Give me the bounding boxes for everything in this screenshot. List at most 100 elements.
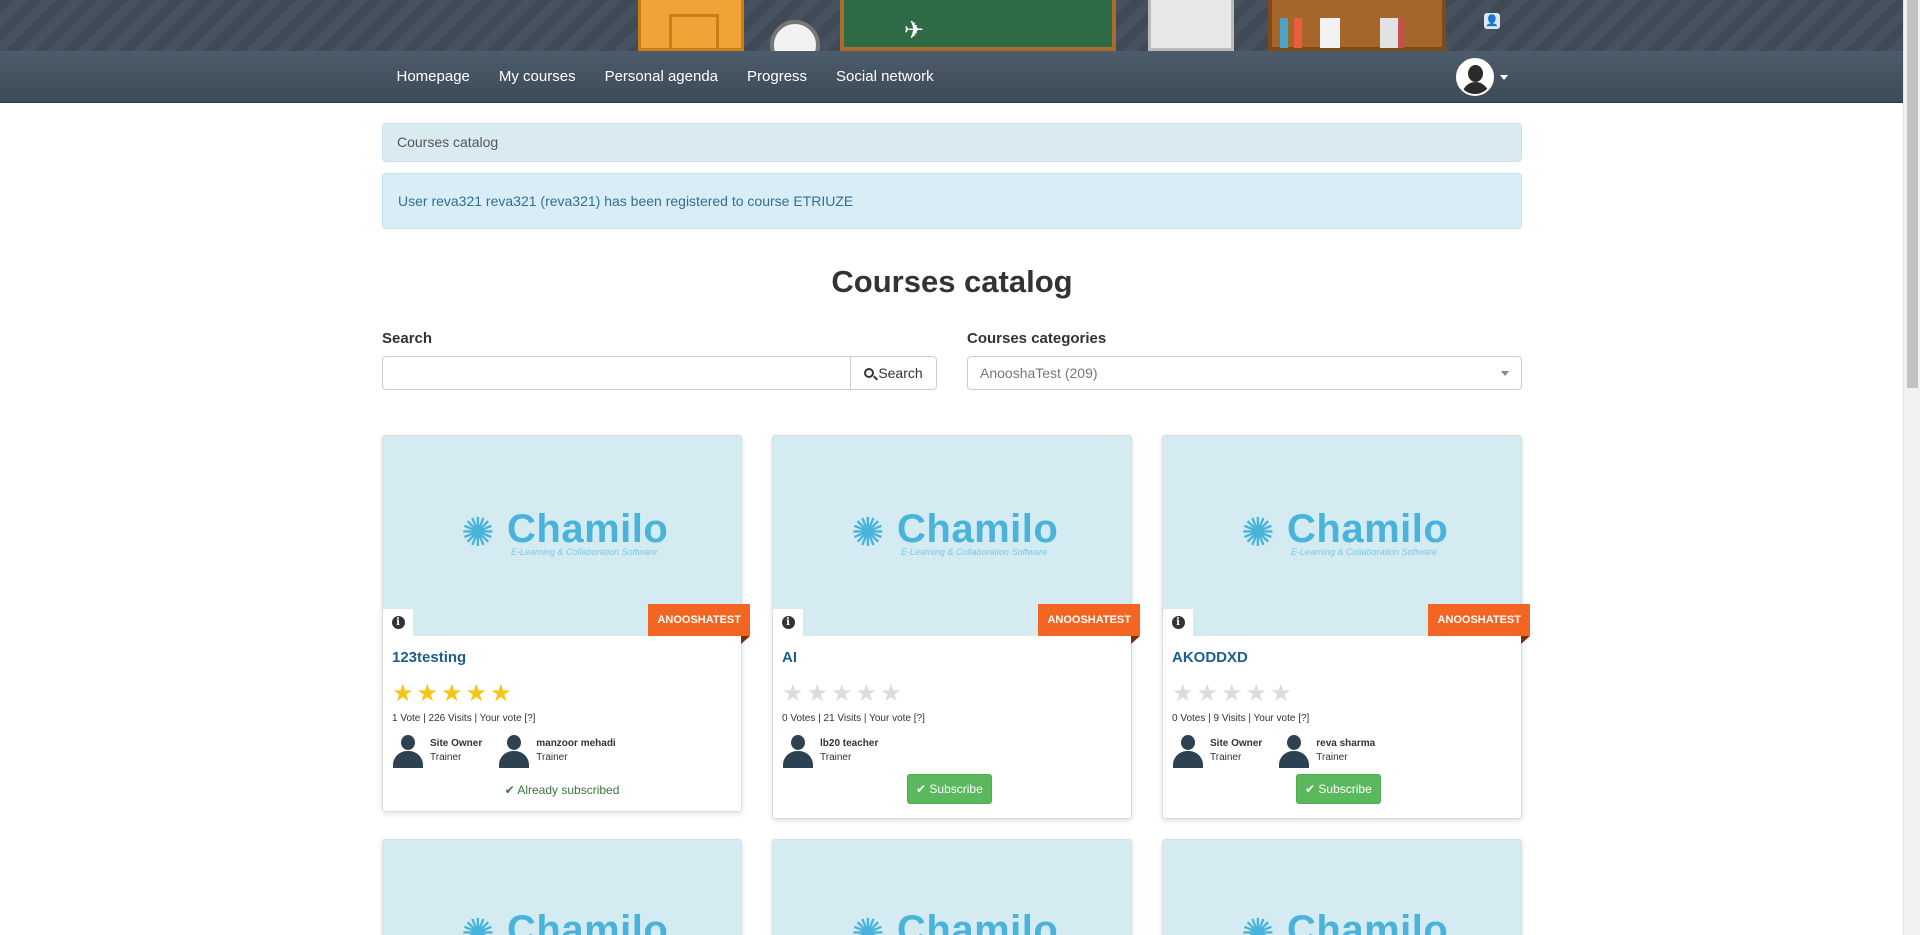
nav-item-progress[interactable]: Progress [733,51,822,103]
category-ribbon: ANOOSHATEST [648,604,750,644]
course-card: ✺ Chamilo E-Learning & Collaboration Sof… [382,435,750,812]
course-image[interactable]: ✺ Chamilo E-Learning & Collaboration Sof… [773,436,1140,644]
teacher-list: Site Owner Trainer reva sharma Trainer [1172,734,1375,768]
teacher-avatar-icon [1278,734,1310,768]
teacher-name: Site Owner [430,738,483,749]
clock-illustration [770,20,820,51]
rating-stars: ★ ★ ★ ★ ★ [782,682,902,706]
subscribe-button[interactable]: ✔ Subscribe [1296,774,1381,804]
course-image[interactable]: ✺ Chamilo [383,840,741,935]
star-icon[interactable]: ★ [1221,682,1243,706]
star-icon[interactable]: ★ [831,682,853,706]
course-image[interactable]: ✺ Chamilo E-Learning & Collaboration Sof… [1163,436,1530,644]
check-icon: ✔ [1305,782,1316,796]
course-card: ✺ Chamilo E-Learning & Collaboration Sof… [772,435,1140,819]
door-illustration [638,0,744,51]
search-icon [864,368,875,378]
avatar [1456,58,1494,96]
course-title[interactable]: AKODDXD [1172,649,1248,666]
paper-plane-icon: ✈ [904,17,925,44]
category-ribbon: ANOOSHATEST [1428,604,1530,644]
subscribe-button[interactable]: ✔ Subscribe [907,774,992,804]
course-card: ✺ Chamilo [772,839,1132,935]
categories-selected-value: AnooshaTest (209) [980,365,1098,381]
screen-illustration [1148,0,1234,51]
teacher-avatar-icon [498,734,530,768]
bookshelf-illustration [1268,0,1446,51]
course-image[interactable]: ✺ Chamilo E-Learning & Collaboration Sof… [383,436,750,644]
teacher-role: Trainer [430,752,462,763]
breadcrumb-item[interactable]: Courses catalog [397,134,498,150]
teacher-item: Site Owner Trainer [392,734,482,768]
page-scrollbar[interactable] [1903,0,1920,935]
category-ribbon: ANOOSHATEST [1038,604,1140,644]
star-icon[interactable]: ★ [466,682,488,706]
teacher-item: manzoor mehadi Trainer [498,734,616,768]
chamilo-spiral-icon: ✺ [851,511,885,555]
breadcrumb: Courses catalog [382,123,1522,162]
chamilo-spiral-icon: ✺ [461,912,495,935]
teacher-name: manzoor mehadi [536,738,616,749]
nav-item-personal-agenda[interactable]: Personal agenda [590,51,732,103]
alert-message: User reva321 reva321 (reva321) has been … [398,193,854,209]
search-input[interactable] [382,356,851,390]
teacher-role: Trainer [1210,752,1242,763]
star-icon[interactable]: ★ [880,682,902,706]
chamilo-spiral-icon: ✺ [1241,912,1275,935]
nav-item-homepage[interactable]: Homepage [382,51,484,103]
categories-select[interactable]: AnooshaTest (209) [967,356,1522,390]
teacher-item: lb20 teacher Trainer [782,734,878,768]
chevron-down-icon [1500,74,1508,80]
chevron-down-icon [1501,371,1509,376]
teacher-avatar-icon [782,734,814,768]
info-icon: i [1171,616,1185,629]
star-icon[interactable]: ★ [490,682,512,706]
chamilo-logo: ✺ Chamilo E-Learning & Collaboration Sof… [1241,507,1449,557]
course-info-button[interactable]: i [773,609,803,636]
chamilo-spiral-icon: ✺ [851,912,885,935]
info-alert: User reva321 reva321 (reva321) has been … [382,173,1522,229]
info-icon: i [391,616,405,629]
star-icon[interactable]: ★ [856,682,878,706]
course-card: ✺ Chamilo E-Learning & Collaboration Sof… [1162,435,1530,819]
star-icon[interactable]: ★ [1172,682,1194,706]
course-title[interactable]: 123testing [392,649,466,666]
course-stats: 1 Vote | 226 Visits | Your vote [?] [392,713,536,724]
teacher-avatar-icon [392,734,424,768]
course-image[interactable]: ✺ Chamilo [1163,840,1521,935]
user-status-icon[interactable]: 👤 [1484,13,1500,29]
course-info-button[interactable]: i [1163,609,1193,636]
teacher-avatar-icon [1172,734,1204,768]
chamilo-logo: ✺ Chamilo E-Learning & Collaboration Sof… [461,507,669,557]
nav-item-my-courses[interactable]: My courses [484,51,590,103]
nav-item-social-network[interactable]: Social network [822,51,949,103]
star-icon[interactable]: ★ [782,682,804,706]
course-title[interactable]: AI [782,649,797,666]
categories-label: Courses categories [967,330,1107,347]
chamilo-spiral-icon: ✺ [1241,511,1275,555]
course-stats: 0 Votes | 9 Visits | Your vote [?] [1172,713,1310,724]
search-button[interactable]: Search [851,356,937,390]
scrollbar-thumb[interactable] [1907,0,1918,388]
star-icon[interactable]: ★ [417,682,439,706]
search-label: Search [382,330,433,347]
course-card: ✺ Chamilo [382,839,742,935]
chalkboard-illustration: ✈ [840,0,1116,51]
course-image[interactable]: ✺ Chamilo [773,840,1131,935]
search-form: Search [382,356,937,390]
course-info-button[interactable]: i [383,609,413,636]
star-icon[interactable]: ★ [807,682,829,706]
check-icon: ✔ [916,782,927,796]
star-icon[interactable]: ★ [441,682,463,706]
header-banner: ✈ 👤 [0,0,1903,51]
page-title: Courses catalog [831,264,1073,299]
teacher-role: Trainer [820,752,852,763]
chamilo-logo: ✺ Chamilo [851,910,1058,935]
star-icon[interactable]: ★ [392,682,414,706]
star-icon[interactable]: ★ [1197,682,1219,706]
course-stats: 0 Votes | 21 Visits | Your vote [?] [782,713,925,724]
star-icon[interactable]: ★ [1246,682,1268,706]
star-icon[interactable]: ★ [1270,682,1292,706]
user-menu-toggle[interactable] [1456,58,1508,96]
subscription-status: ✔ Already subscribed [504,783,620,797]
